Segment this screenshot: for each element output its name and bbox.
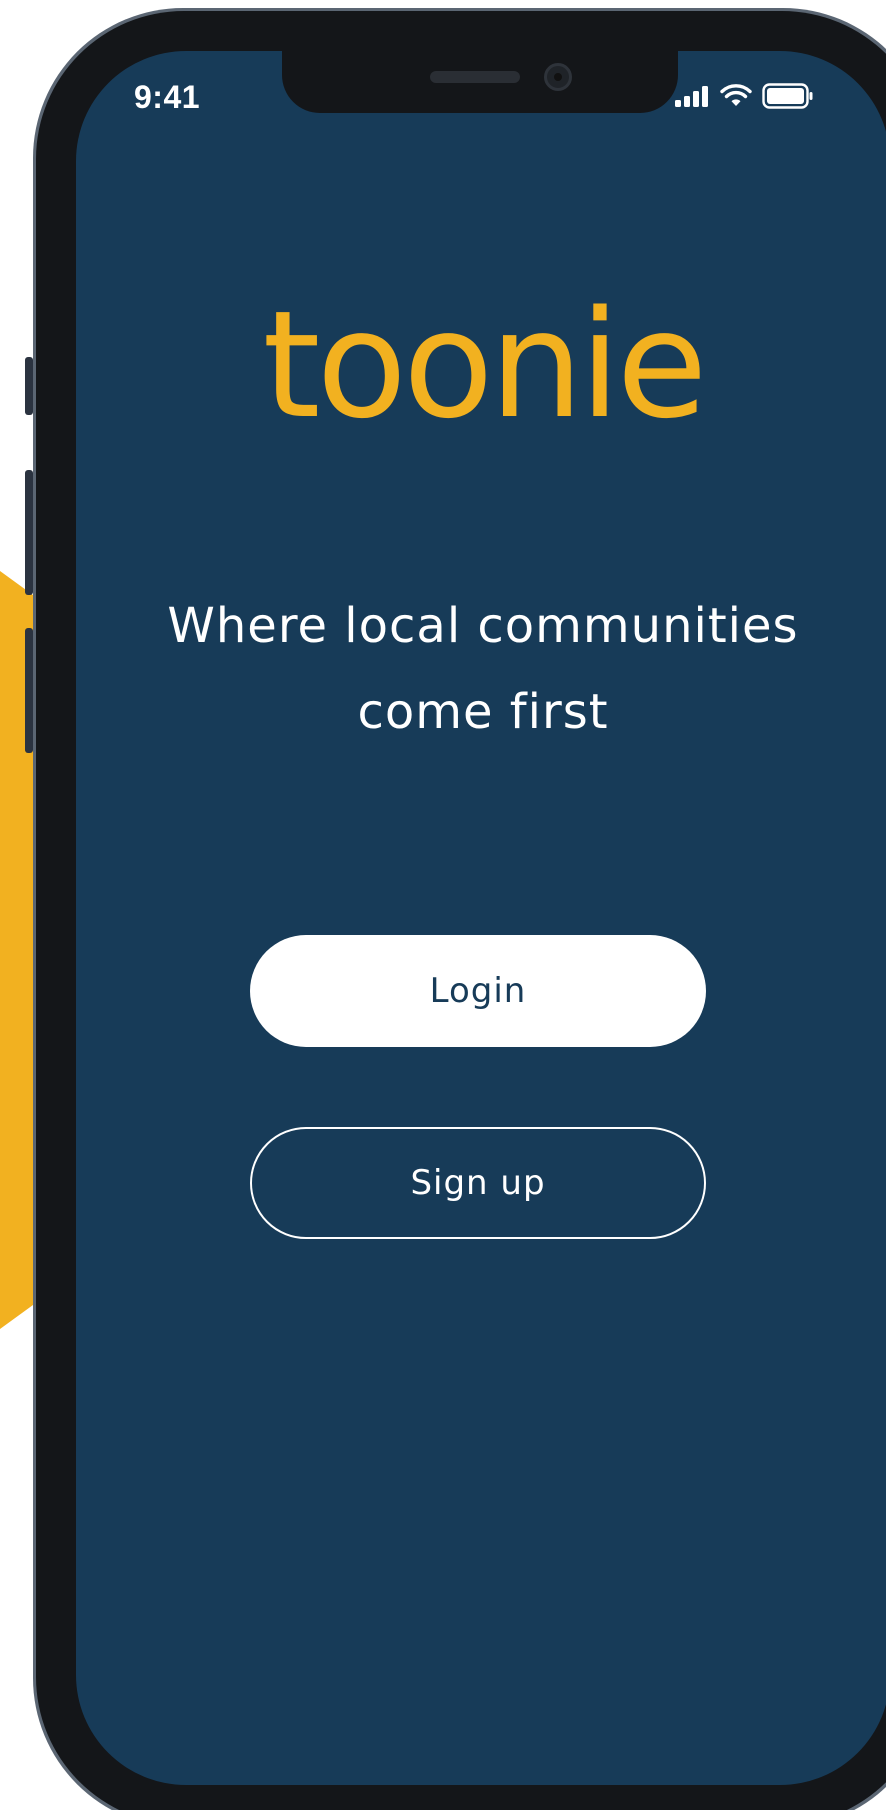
battery-icon: [762, 83, 814, 113]
phone-bezel: 9:41 toonie Where local communities come…: [36, 11, 886, 1810]
mute-switch: [25, 357, 33, 415]
phone-notch: [282, 51, 678, 113]
tagline: Where local communities come first: [96, 583, 870, 755]
tagline-line-2: come first: [357, 684, 609, 740]
login-button[interactable]: Login: [250, 935, 706, 1047]
cellular-signal-icon: [674, 85, 710, 111]
front-camera: [544, 63, 572, 91]
speaker-grille: [430, 71, 520, 83]
tagline-line-1: Where local communities: [167, 598, 799, 654]
toonie-logo: toonie: [262, 279, 707, 451]
app-screen: 9:41 toonie Where local communities come…: [76, 51, 886, 1785]
signup-button[interactable]: Sign up: [250, 1127, 706, 1239]
phone-frame: 9:41 toonie Where local communities come…: [33, 8, 886, 1810]
wifi-icon: [720, 84, 752, 112]
status-icons: [674, 83, 814, 113]
volume-down-button: [25, 628, 33, 753]
status-time: 9:41: [134, 79, 201, 115]
mockup-stage: 9:41 toonie Where local communities come…: [0, 0, 886, 1810]
volume-up-button: [25, 470, 33, 595]
